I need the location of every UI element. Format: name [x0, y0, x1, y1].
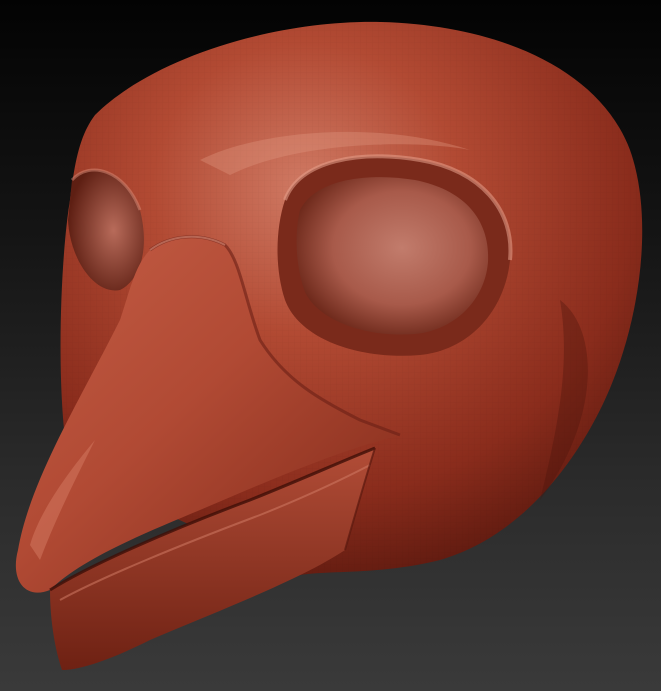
- eye-socket-right: [277, 154, 513, 356]
- bird-head-sculpt: [15, 21, 643, 670]
- sculpt-viewport[interactable]: [0, 0, 661, 691]
